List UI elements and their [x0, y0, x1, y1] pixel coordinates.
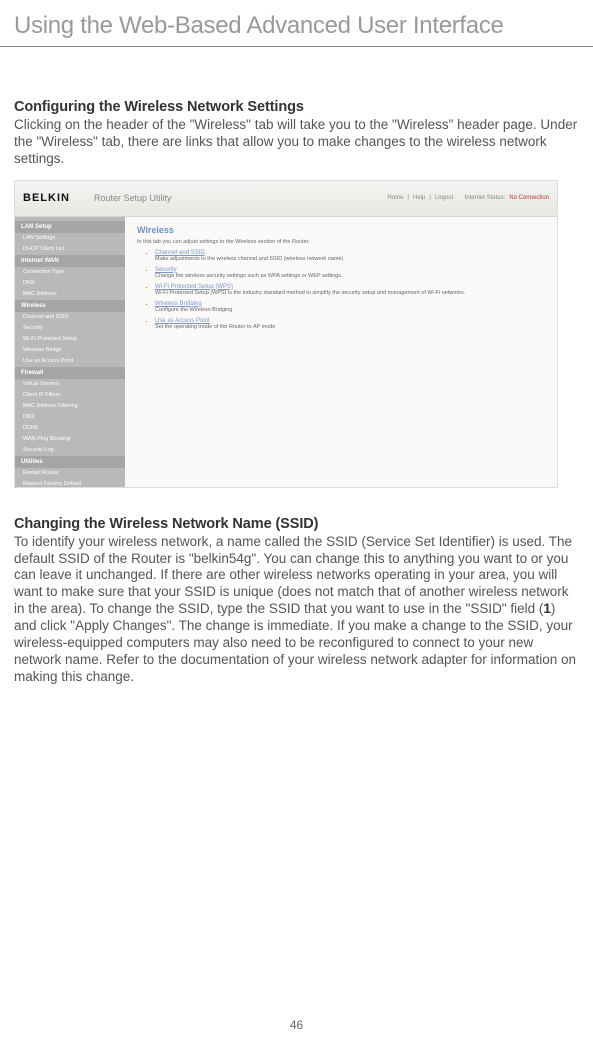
side-item: DDNS [15, 423, 125, 434]
section2-body-part1: To identify your wireless network, a nam… [14, 534, 572, 617]
side-item: Channel and SSID [15, 312, 125, 323]
logo-text: BELKIN [23, 192, 70, 204]
page-header-text: Using the Web-Based Advanced User Interf… [14, 12, 504, 39]
side-item: Restore Factory Default [15, 479, 125, 488]
side-item: WAN Ping Blocking [15, 434, 125, 445]
bullet-item: Wi-Fi Protected Setup (WPS)Wi-Fi Protect… [155, 284, 545, 296]
side-g1: LAN Setup [15, 221, 125, 233]
bullet-desc: Configure the Wireless Bridging [155, 307, 232, 313]
main-title: Wireless [137, 225, 545, 235]
section2-body: To identify your wireless network, a nam… [14, 534, 579, 686]
side-g5: Utilities [15, 456, 125, 468]
side-item: Virtual Servers [15, 379, 125, 390]
ss-main: Wireless In this tab you can adjust sett… [125, 217, 557, 487]
link-home: Home [387, 195, 403, 201]
side-item: DHCP Client List [15, 244, 125, 255]
side-item: Security [15, 323, 125, 334]
bullet-item: Use as Access PointSet the operating mod… [155, 318, 545, 330]
ss-sidebar: LAN Setup LAN Settings DHCP Client List … [15, 217, 125, 487]
side-item: Use as Access Point [15, 356, 125, 367]
side-item: DMZ [15, 412, 125, 423]
side-item: Wireless Bridge [15, 345, 125, 356]
side-g2: Internet WAN [15, 255, 125, 267]
page-header: Using the Web-Based Advanced User Interf… [0, 0, 593, 47]
status-label: Internet Status: [465, 195, 506, 201]
side-item: Connection Type [15, 267, 125, 278]
bullet-desc: Change the wireless security settings su… [155, 273, 343, 279]
status-value: No Connection [509, 195, 549, 201]
side-item: Client IP Filters [15, 390, 125, 401]
header-links: Home| Help| Logout Internet Status: No C… [387, 195, 549, 201]
side-item: MAC Address [15, 289, 125, 300]
utility-title: Router Setup Utility [94, 193, 172, 203]
side-item: DNS [15, 278, 125, 289]
link-logout: Logout [435, 195, 453, 201]
side-g3: Wireless [15, 300, 125, 312]
main-intro: In this tab you can adjust settings to t… [137, 239, 545, 245]
side-item: Security Log [15, 445, 125, 456]
router-screenshot: BELKIN Router Setup Utility Home| Help| … [14, 180, 558, 488]
page-number: 46 [0, 1018, 593, 1032]
ss-titlebar: BELKIN Router Setup Utility Home| Help| … [15, 181, 557, 217]
bullet-item: Channel and SSIDMake adjustments to the … [155, 250, 545, 262]
section1-title: Configuring the Wireless Network Setting… [14, 99, 579, 115]
bullet-desc: Set the operating mode of the Router to … [155, 324, 275, 330]
bullet-item: SecurityChange the wireless security set… [155, 267, 545, 279]
content-area: Configuring the Wireless Network Setting… [0, 47, 593, 686]
main-bullets: Channel and SSIDMake adjustments to the … [137, 250, 545, 330]
bullet-desc: Wi-Fi Protected Setup (WPS) is the indus… [155, 290, 465, 296]
bullet-item: Wireless BridgingConfigure the Wireless … [155, 301, 545, 313]
side-item: Restart Router [15, 468, 125, 479]
side-item: Wi-Fi Protected Setup [15, 334, 125, 345]
bullet-desc: Make adjustments to the wireless channel… [155, 256, 343, 262]
side-g4: Firewall [15, 367, 125, 379]
section2-title: Changing the Wireless Network Name (SSID… [14, 516, 579, 532]
link-help: Help [413, 195, 425, 201]
side-item: MAC Address Filtering [15, 401, 125, 412]
section2-body-bold: 1 [543, 601, 551, 616]
section1-body: Clicking on the header of the "Wireless"… [14, 117, 579, 168]
side-item: LAN Settings [15, 233, 125, 244]
